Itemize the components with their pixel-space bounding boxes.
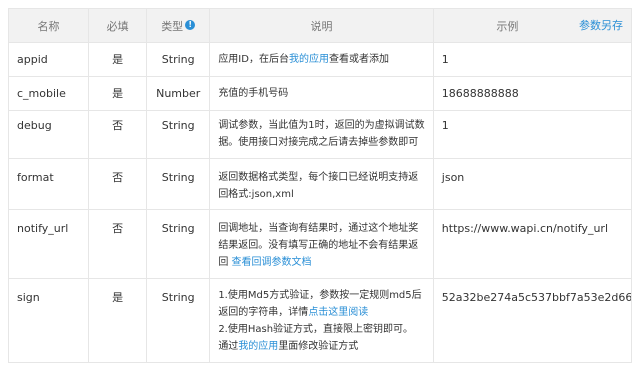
desc-text: 2.使用Hash验证方式，直接限上密钥即可。	[218, 324, 414, 335]
param-required: 是	[88, 278, 148, 363]
param-type: String	[146, 42, 211, 77]
callback-docs-link[interactable]: 查看回调参数文档	[232, 257, 312, 268]
param-example: https://www.wapi.cn/notify_url	[432, 209, 633, 279]
param-example: 1	[432, 110, 633, 159]
table-row: c_mobile 是 Number 充值的手机号码 18688888888	[7, 76, 633, 111]
param-required: 否	[88, 158, 148, 210]
table-row: appid 是 String 应用ID，在后台我的应用查看或者添加 1	[7, 42, 633, 77]
param-required: 是	[88, 42, 148, 77]
table-row: sign 是 String 1.使用Md5方式验证，参数按一定规则md5后返回的…	[7, 278, 633, 363]
param-example: 52a32be274a5c537bbf7a53e2d66c09f	[432, 278, 633, 363]
param-name: debug	[7, 110, 90, 159]
my-app-link[interactable]: 我的应用	[238, 341, 278, 352]
header-type-label: 类型	[161, 19, 184, 33]
param-description: 充值的手机号码	[209, 76, 434, 111]
table-row: format 否 String 返回数据格式类型，每个接口已经说明支持返回格式:…	[7, 158, 633, 210]
param-type: String	[146, 158, 211, 210]
desc-text: 通过	[218, 341, 239, 352]
param-name: sign	[7, 278, 90, 363]
params-table: 名称 必填 类型! 说明 示例 参数另存 appid 是 String 应用ID…	[7, 8, 633, 363]
desc-text: 应用ID，在后台	[218, 54, 289, 65]
param-type: String	[146, 110, 211, 159]
header-name: 名称	[7, 8, 90, 43]
param-name: appid	[7, 42, 90, 77]
param-description: 回调地址，当查询有结果时，通过这个地址奖结果返回。没有填写正确的地址不会有结果返…	[209, 209, 434, 279]
param-type: String	[146, 278, 211, 363]
info-icon[interactable]: !	[185, 19, 196, 30]
desc-text: 里面修改验证方式	[278, 341, 359, 352]
param-description: 返回数据格式类型，每个接口已经说明支持返回格式:json,xml	[209, 158, 434, 210]
param-type: String	[146, 209, 211, 279]
table-row: notify_url 否 String 回调地址，当查询有结果时，通过这个地址奖…	[7, 209, 633, 279]
header-example: 示例 参数另存	[432, 8, 633, 43]
params-table-container: 名称 必填 类型! 说明 示例 参数另存 appid 是 String 应用ID…	[7, 8, 633, 363]
my-app-link[interactable]: 我的应用	[289, 54, 329, 65]
param-name: c_mobile	[7, 76, 90, 111]
desc-text: 查看或者添加	[328, 54, 389, 65]
param-required: 是	[88, 76, 148, 111]
param-required: 否	[88, 209, 148, 279]
param-description: 1.使用Md5方式验证，参数按一定规则md5后返回的字符串，详情点击这里阅读 2.…	[209, 278, 434, 363]
header-required: 必填	[88, 8, 148, 43]
header-type: 类型!	[146, 8, 211, 43]
param-example: 18688888888	[432, 76, 633, 111]
param-name: format	[7, 158, 90, 210]
table-header-row: 名称 必填 类型! 说明 示例 参数另存	[7, 8, 633, 43]
param-example: 1	[432, 42, 633, 77]
param-example: json	[432, 158, 633, 210]
param-name: notify_url	[7, 209, 90, 279]
param-type: Number	[146, 76, 211, 111]
param-required: 否	[88, 110, 148, 159]
read-here-link[interactable]: 点击这里阅读	[308, 307, 368, 318]
save-params-link[interactable]: 参数另存	[579, 9, 623, 42]
table-row: debug 否 String 调试参数，当此值为1时，返回的为虚拟调试数据。使用…	[7, 110, 633, 159]
param-description: 应用ID，在后台我的应用查看或者添加	[209, 42, 434, 77]
param-description: 调试参数，当此值为1时，返回的为虚拟调试数据。使用接口对接完成之后请去掉些参数即…	[209, 110, 434, 159]
